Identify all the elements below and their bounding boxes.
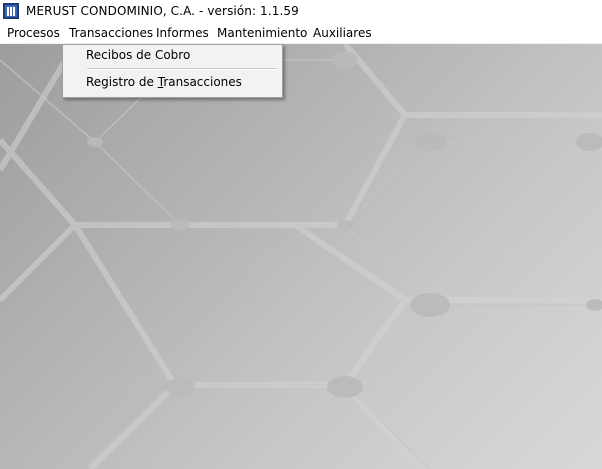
window-title: MERUST CONDOMINIO, C.A. - versión: 1.1.5… [26, 4, 299, 18]
menu-informes[interactable]: Informes [149, 23, 216, 43]
menu-procesos[interactable]: Procesos [0, 23, 67, 43]
menu-auxiliares[interactable]: Auxiliares [306, 23, 379, 43]
hexagon-network-pattern [0, 44, 602, 469]
menu-bar: Procesos Transacciones Informes Mantenim… [0, 23, 602, 44]
title-bar: MERUST CONDOMINIO, C.A. - versión: 1.1.5… [0, 0, 602, 23]
menu-separator [87, 68, 277, 70]
menu-transacciones[interactable]: Transacciones [62, 23, 161, 43]
menu-item-registro-de-transacciones[interactable]: Registro de Transacciones [64, 72, 281, 92]
menu-mantenimiento[interactable]: Mantenimiento [210, 23, 314, 43]
mdi-workspace-background [0, 44, 602, 469]
menu-item-recibos-de-cobro[interactable]: Recibos de Cobro [64, 45, 281, 65]
transacciones-dropdown-menu: Recibos de Cobro Registro de Transaccion… [62, 44, 283, 98]
app-window-icon[interactable] [3, 3, 19, 19]
menu-item-label: Registro de Transacciones [86, 75, 242, 89]
menu-item-label: Recibos de Cobro [86, 48, 191, 62]
